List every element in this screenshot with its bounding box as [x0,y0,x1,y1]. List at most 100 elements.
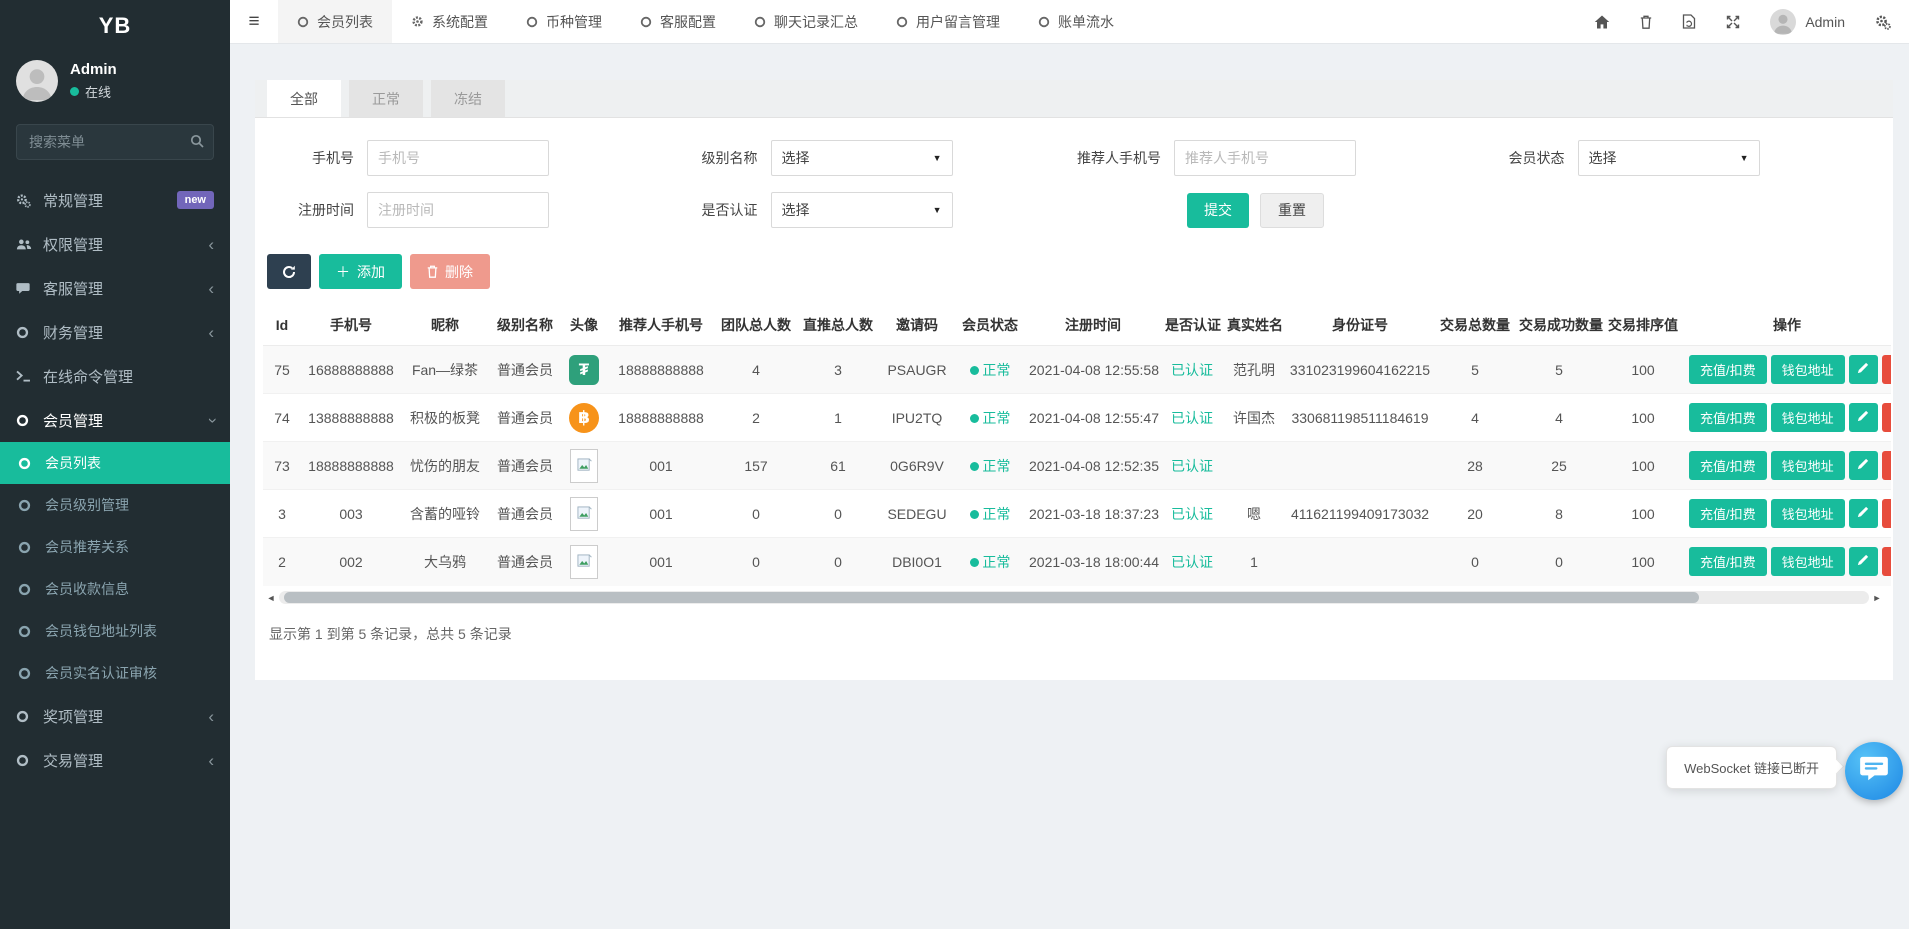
scrollbar-thumb[interactable] [284,592,1699,603]
navbar-user[interactable]: Admin [1770,9,1845,35]
cell-real-name: 1 [1223,538,1285,586]
delete-row-button[interactable] [1882,451,1891,480]
wallet-button[interactable]: 钱包地址 [1771,499,1845,528]
verified-select[interactable]: 选择▼ [771,192,953,228]
topnav-tab-客服配置[interactable]: 客服配置 [621,0,735,43]
scroll-left-icon[interactable]: ◄ [263,593,279,603]
topnav-tab-系统配置[interactable]: 系统配置 [392,0,507,43]
cell-nickname: 忧伤的朋友 [401,442,489,490]
refresh-page-icon[interactable] [1682,14,1696,29]
reg-time-input[interactable] [367,192,549,228]
add-button[interactable]: ＋添加 [319,254,402,289]
delete-row-button[interactable] [1882,403,1891,432]
status-tab-冻结[interactable]: 冻结 [431,80,505,117]
delete-row-button[interactable] [1882,547,1891,576]
wallet-button[interactable]: 钱包地址 [1771,451,1845,480]
sidebar-item-交易管理[interactable]: 交易管理‹ [0,738,230,782]
status-tab-全部[interactable]: 全部 [267,80,341,117]
topnav-tab-账单流水[interactable]: 账单流水 [1019,0,1133,43]
cell-team-total: 4 [715,346,797,394]
recharge-button[interactable]: 充值/扣费 [1689,451,1767,480]
topnav-tab-聊天记录汇总[interactable]: 聊天记录汇总 [735,0,877,43]
fullscreen-icon[interactable] [1726,15,1740,29]
scroll-right-icon[interactable]: ► [1869,593,1885,603]
table-row: 7413888888888积极的板凳普通会员฿1888888888821IPU2… [263,394,1891,442]
cell-trade-sort: 100 [1603,394,1683,442]
search-icon[interactable] [190,134,204,153]
topnav-tab-币种管理[interactable]: 币种管理 [507,0,621,43]
new-badge: new [177,191,214,209]
cell-direct-total: 61 [797,442,879,490]
status-dot [970,510,979,519]
delete-row-button[interactable] [1882,499,1891,528]
trash-icon[interactable] [1640,15,1652,29]
delete-button[interactable]: 删除 [410,254,490,289]
members-table: Id手机号昵称级别名称头像推荐人手机号团队总人数直推总人数邀请码会员状态注册时间… [263,305,1891,586]
column-header-级别名称: 级别名称 [489,305,561,346]
circle-icon [16,710,43,723]
recharge-button[interactable]: 充值/扣费 [1689,355,1767,384]
bitcoin-avatar-icon: ฿ [569,403,599,433]
column-header-会员状态: 会员状态 [955,305,1025,346]
cell-actions: 充值/扣费钱包地址 [1683,442,1891,490]
chevron-down-icon: ▼ [933,153,942,163]
sidebar-item-权限管理[interactable]: 权限管理‹ [0,222,230,266]
sidebar-subitem-会员实名认证审核[interactable]: 会员实名认证审核 [0,652,230,694]
sidebar-subitem-会员列表[interactable]: 会员列表 [0,442,230,484]
topnav-tab-会员列表[interactable]: 会员列表 [278,0,392,43]
online-dot [70,87,79,96]
sidebar-subitem-会员推荐关系[interactable]: 会员推荐关系 [0,526,230,568]
edit-button[interactable] [1849,403,1878,432]
settings-gears-icon[interactable] [1875,14,1891,30]
topnav-tab-用户留言管理[interactable]: 用户留言管理 [877,0,1019,43]
sidebar-item-奖项管理[interactable]: 奖项管理‹ [0,694,230,738]
sidebar-subitem-会员收款信息[interactable]: 会员收款信息 [0,568,230,610]
recharge-button[interactable]: 充值/扣费 [1689,403,1767,432]
broken-image-icon [570,449,598,483]
plus-icon: ＋ [336,262,350,282]
delete-row-button[interactable] [1882,355,1891,384]
recharge-button[interactable]: 充值/扣费 [1689,547,1767,576]
edit-button[interactable] [1849,499,1878,528]
cell-direct-total: 3 [797,346,879,394]
chat-fab-button[interactable] [1845,742,1903,800]
brand-logo: YB [0,0,230,52]
column-header-交易排序值: 交易排序值 [1603,305,1683,346]
sidebar-subitem-会员钱包地址列表[interactable]: 会员钱包地址列表 [0,610,230,652]
avatar [16,60,58,102]
hamburger-icon[interactable]: ≡ [230,0,278,43]
cell-nickname: 积极的板凳 [401,394,489,442]
reset-button[interactable]: 重置 [1260,193,1324,228]
column-header-头像: 头像 [561,305,607,346]
submit-button[interactable]: 提交 [1187,193,1249,228]
recharge-button[interactable]: 充值/扣费 [1689,499,1767,528]
wallet-button[interactable]: 钱包地址 [1771,547,1845,576]
phone-input[interactable] [367,140,549,176]
table-row: 7318888888888忧伤的朋友普通会员001157610G6R9V 正常2… [263,442,1891,490]
level-select[interactable]: 选择▼ [771,140,953,176]
edit-button[interactable] [1849,355,1878,384]
terminal-icon [16,370,43,382]
sidebar-item-在线命令管理[interactable]: 在线命令管理 [0,354,230,398]
edit-button[interactable] [1849,451,1878,480]
status-tab-正常[interactable]: 正常 [349,80,423,117]
member-status-select[interactable]: 选择▼ [1578,140,1760,176]
wallet-button[interactable]: 钱包地址 [1771,403,1845,432]
cell-level: 普通会员 [489,490,561,538]
sidebar-item-财务管理[interactable]: 财务管理‹ [0,310,230,354]
referrer-input[interactable] [1174,140,1356,176]
home-icon[interactable] [1594,15,1610,29]
cell-invite-code: 0G6R9V [879,442,955,490]
scrollbar-track[interactable] [279,591,1869,604]
column-header-邀请码: 邀请码 [879,305,955,346]
refresh-button[interactable] [267,254,311,289]
search-input[interactable] [16,124,214,160]
cell-verified: 已认证 [1161,346,1223,394]
sidebar-item-客服管理[interactable]: 客服管理‹ [0,266,230,310]
wallet-button[interactable]: 钱包地址 [1771,355,1845,384]
edit-button[interactable] [1849,547,1878,576]
sidebar-item-会员管理[interactable]: 会员管理‹ [0,398,230,442]
sidebar-subitem-会员级别管理[interactable]: 会员级别管理 [0,484,230,526]
cell-avatar: ₮ [561,346,607,394]
sidebar-item-常规管理[interactable]: 常规管理new [0,178,230,222]
